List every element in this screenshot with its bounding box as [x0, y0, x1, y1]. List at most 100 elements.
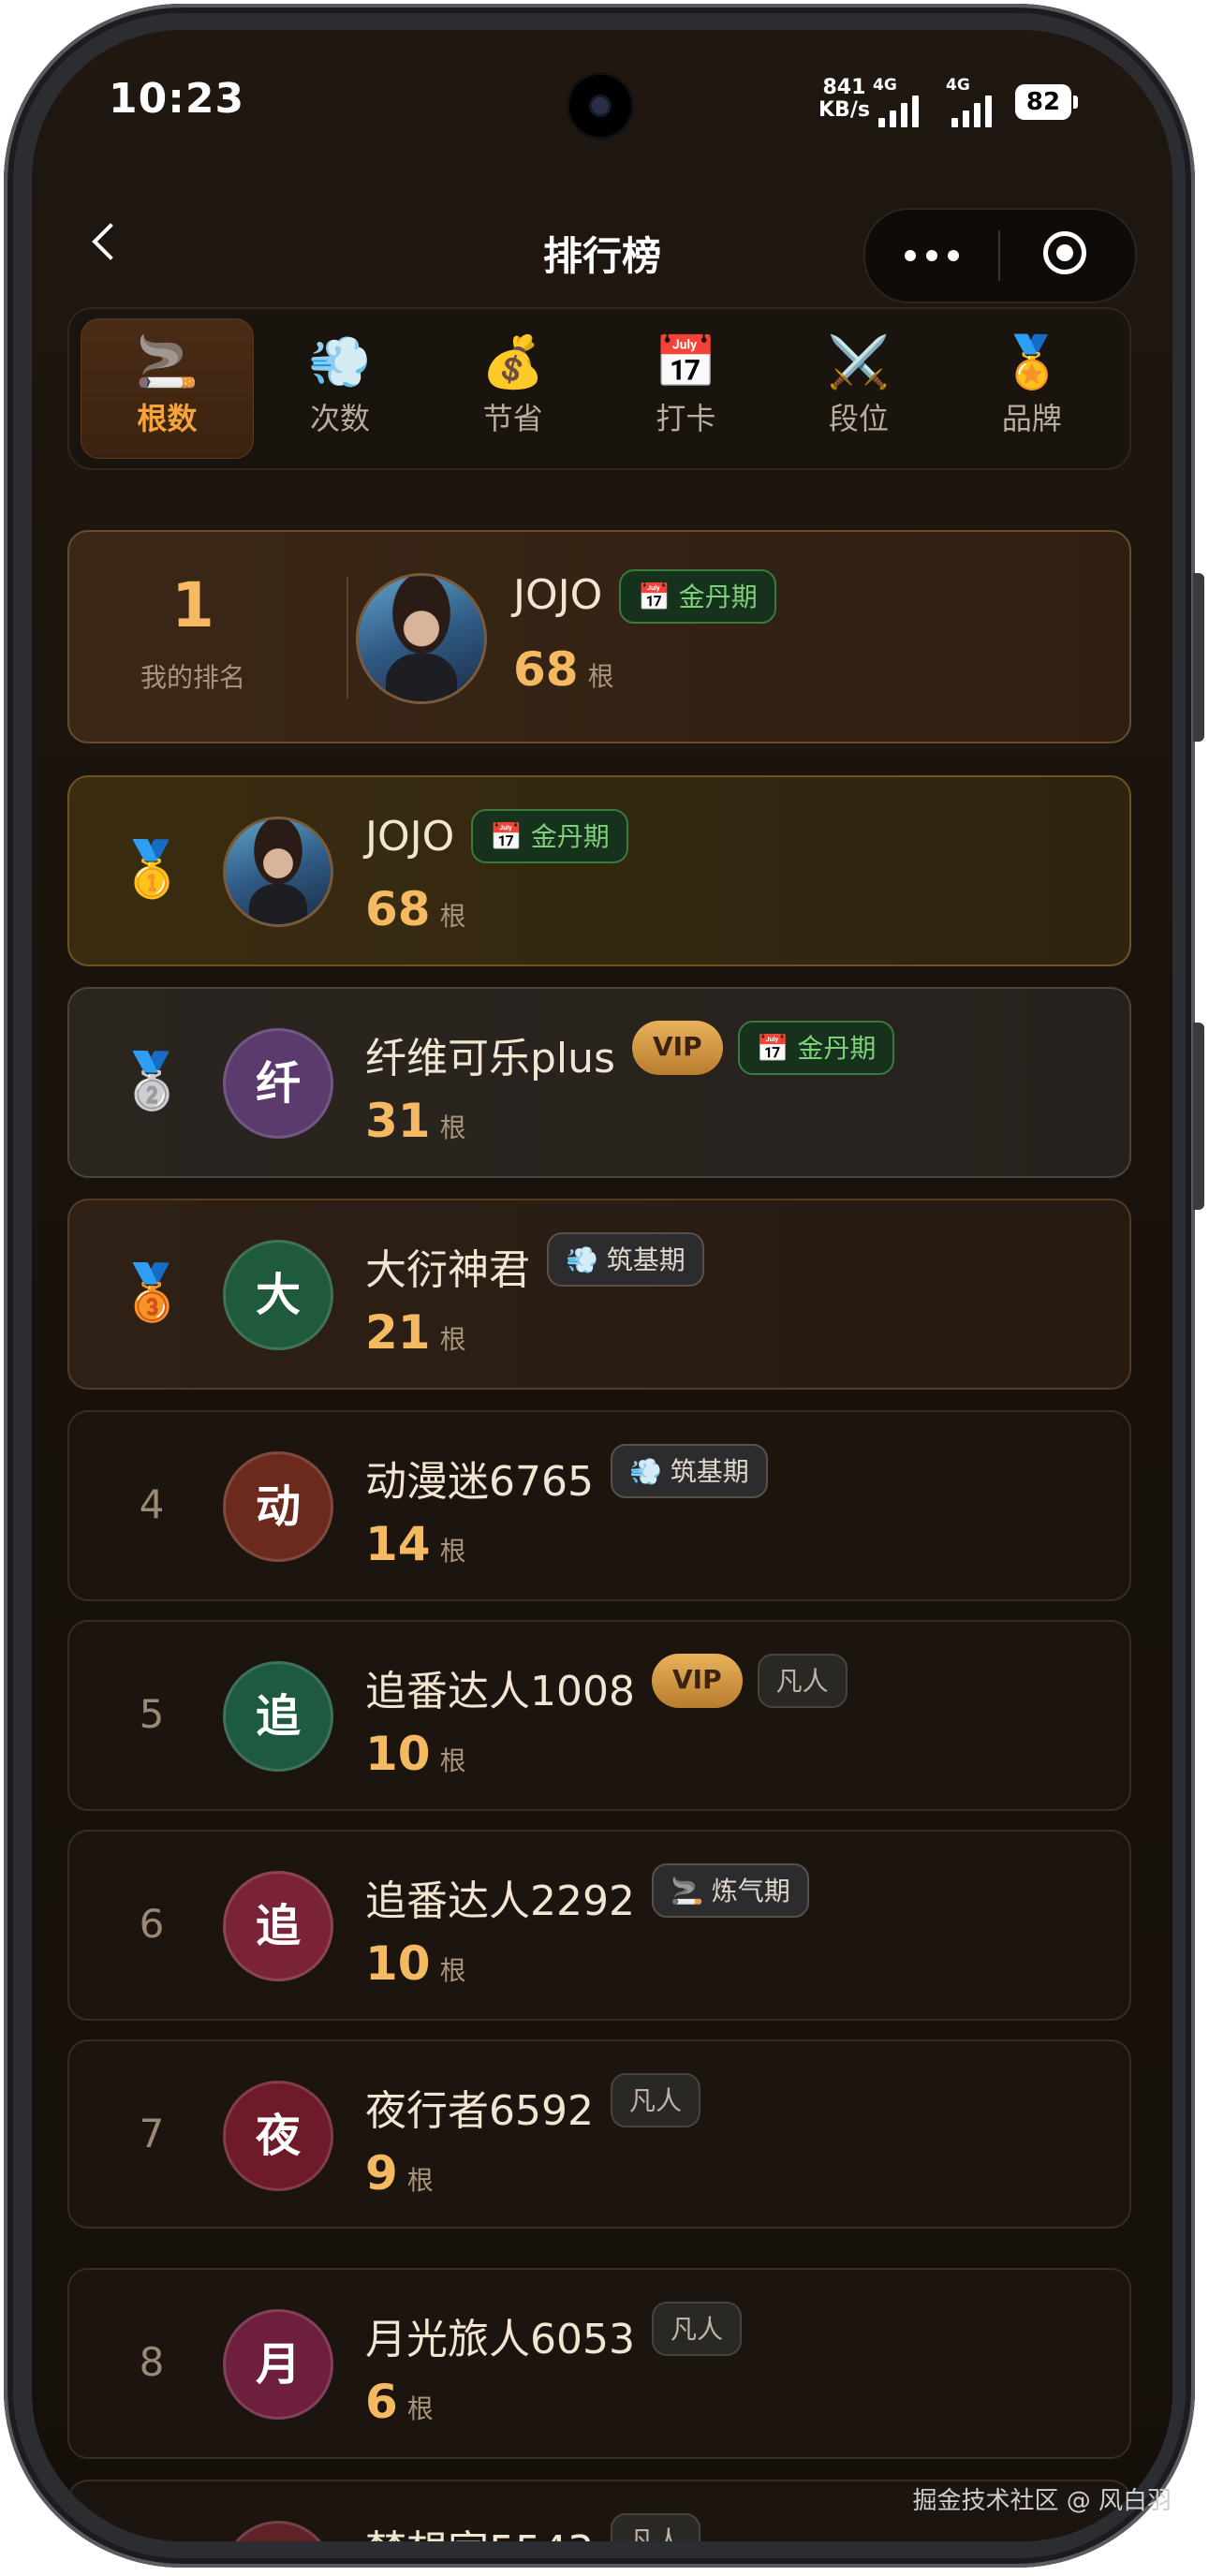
realm-badge: 📅 金丹期 — [737, 1021, 895, 1075]
watermark: 掘金技术社区 @ 风白羽 — [912, 2487, 1172, 2515]
times-icon: 💨 — [308, 332, 372, 391]
my-rank-label: 我的排名 — [140, 662, 245, 693]
count-unit: 根 — [439, 901, 466, 932]
capsule-divider — [998, 230, 1000, 281]
leaderboard-row[interactable]: 6 追追番达人2292 🚬 炼气期 10 根 — [67, 1830, 1131, 2021]
rank-number: 8 — [139, 2339, 165, 2385]
realm-icon: 💨 — [629, 1456, 662, 1487]
app-screen: 10:23 841 KB/s 4G 4G 82 排行榜 🚬 根数 💨 次数 💰 节省 📅 打卡… — [32, 30, 1172, 2541]
realm-badge-label: 筑基期 — [606, 1244, 686, 1275]
count-unit: 根 — [439, 1955, 466, 1986]
leaderboard-row[interactable]: 🥇 JOJO 📅 金丹期 68 根 — [67, 775, 1131, 966]
realm-badge: 凡人 — [652, 2302, 743, 2356]
category-tabs: 🚬 根数 💨 次数 💰 节省 📅 打卡 ⚔️ 段位 🏅 品牌 — [67, 307, 1131, 470]
rank-number: 6 — [139, 1901, 165, 1947]
brand-icon: 🏅 — [1000, 332, 1064, 391]
realm-icon: 📅 — [756, 1033, 789, 1064]
leaderboard-row[interactable]: 7 夜夜行者6592 凡人 9 根 — [67, 2039, 1131, 2229]
avatar: 月 — [223, 2309, 333, 2420]
leaderboard-row[interactable]: 8 月月光旅人6053 凡人 6 根 — [67, 2268, 1131, 2459]
realm-badge-label: 炼气期 — [711, 1876, 790, 1906]
avatar: 追 — [223, 1661, 333, 1772]
leaderboard-row[interactable]: 🥉 大大衍神君 💨 筑基期 21 根 — [67, 1199, 1131, 1390]
realm-badge: 🚬 炼气期 — [652, 1863, 809, 1918]
user-badges: 凡人 — [652, 2302, 743, 2356]
battery-icon: 82 — [1015, 84, 1078, 120]
count-icon: 🚬 — [135, 332, 199, 391]
savings-icon: 💰 — [481, 332, 545, 391]
speed-unit: KB/s — [818, 98, 870, 122]
user-name: JOJO — [365, 813, 455, 861]
close-miniapp-icon[interactable] — [1002, 210, 1133, 302]
my-count-unit: 根 — [587, 661, 614, 692]
network-speed: 841 KB/s — [818, 77, 870, 122]
tab-label: 根数 — [137, 401, 198, 436]
signal-type-2: 4G — [946, 76, 970, 95]
user-badges: VIP 📅 金丹期 — [632, 1021, 895, 1075]
my-name: JOJO — [513, 571, 603, 619]
tab-count[interactable]: 🚬 根数 — [81, 318, 254, 459]
rank-number: 4 — [139, 1481, 165, 1527]
rank-number: 7 — [139, 2111, 165, 2156]
tab-rank-tier[interactable]: ⚔️ 段位 — [773, 318, 946, 459]
my-rank-card[interactable]: 1 我的排名 JOJO 📅 金丹期 68 根 — [67, 530, 1131, 743]
user-badges: 凡人 — [611, 2513, 701, 2541]
realm-badge: 凡人 — [611, 2073, 701, 2127]
realm-badge-label: 筑基期 — [670, 1456, 749, 1487]
power-button — [1193, 1023, 1204, 1210]
speed-value: 841 — [822, 76, 866, 99]
count-value: 6 — [365, 2375, 398, 2429]
cigarette-count: 21 根 — [365, 1305, 466, 1360]
my-rank-number: 1 — [171, 569, 214, 641]
tab-label: 段位 — [829, 401, 890, 436]
user-name: 追番达人2292 — [365, 1877, 635, 1925]
tab-label: 打卡 — [656, 401, 716, 436]
user-badges: 💨 筑基期 — [611, 1444, 768, 1498]
user-badges: 📅 金丹期 — [471, 809, 628, 863]
front-camera — [569, 75, 631, 137]
realm-badge: 凡人 — [611, 2513, 701, 2541]
count-value: 68 — [365, 882, 431, 936]
realm-badge-label: 金丹期 — [530, 821, 610, 852]
leaderboard-row[interactable]: 5 追追番达人1008 VIP 凡人 10 根 — [67, 1620, 1131, 1811]
more-icon[interactable] — [865, 210, 998, 302]
realm-badge-label: 金丹期 — [797, 1033, 877, 1064]
tab-times[interactable]: 💨 次数 — [254, 318, 427, 459]
realm-badge: 📅 金丹期 — [471, 809, 628, 863]
leaderboard-row[interactable]: 🥈 纤纤维可乐plus VIP 📅 金丹期 31 根 — [67, 987, 1131, 1178]
count-value: 14 — [365, 1517, 431, 1571]
cigarette-count: 31 根 — [365, 1094, 466, 1148]
calendar-icon: 📅 — [638, 581, 671, 612]
tab-checkin[interactable]: 📅 打卡 — [599, 318, 773, 459]
rank-number: 5 — [139, 1691, 165, 1737]
realm-badge-label: 凡人 — [629, 2085, 683, 2116]
realm-badge: 💨 筑基期 — [547, 1232, 704, 1287]
count-value: 10 — [365, 1936, 431, 1991]
count-unit: 根 — [406, 2393, 434, 2424]
signal-bars-1-icon — [878, 96, 919, 127]
count-unit: 根 — [406, 2165, 434, 2196]
count-value: 10 — [365, 1727, 431, 1781]
my-count: 68 根 — [513, 642, 614, 697]
count-unit: 根 — [439, 1745, 466, 1776]
user-name: 追番达人1008 — [365, 1668, 635, 1715]
realm-badge-label: 凡人 — [671, 2314, 724, 2345]
cigarette-count: 9根 — [365, 2146, 434, 2201]
user-badges: 💨 筑基期 — [547, 1232, 704, 1287]
my-badges: 📅 金丹期 — [619, 569, 776, 624]
realm-badge-label: 凡人 — [629, 2525, 683, 2541]
avatar: 动 — [223, 1451, 333, 1562]
cigarette-count: 6根 — [365, 2375, 434, 2429]
tab-label: 节省 — [482, 401, 543, 436]
tab-savings[interactable]: 💰 节省 — [426, 318, 599, 459]
leaderboard-row[interactable]: 4 动动漫迷6765 💨 筑基期 14 根 — [67, 1410, 1131, 1601]
realm-badge: 凡人 — [757, 1654, 848, 1708]
miniapp-capsule — [863, 208, 1137, 303]
avatar — [356, 573, 487, 704]
avatar: 大 — [223, 1240, 333, 1350]
user-badges: 🚬 炼气期 — [652, 1863, 809, 1918]
nav-bar: 排行榜 — [32, 180, 1172, 320]
realm-icon: 🚬 — [671, 1876, 703, 1906]
avatar: 追 — [223, 1871, 333, 1981]
tab-brand[interactable]: 🏅 品牌 — [945, 318, 1118, 459]
